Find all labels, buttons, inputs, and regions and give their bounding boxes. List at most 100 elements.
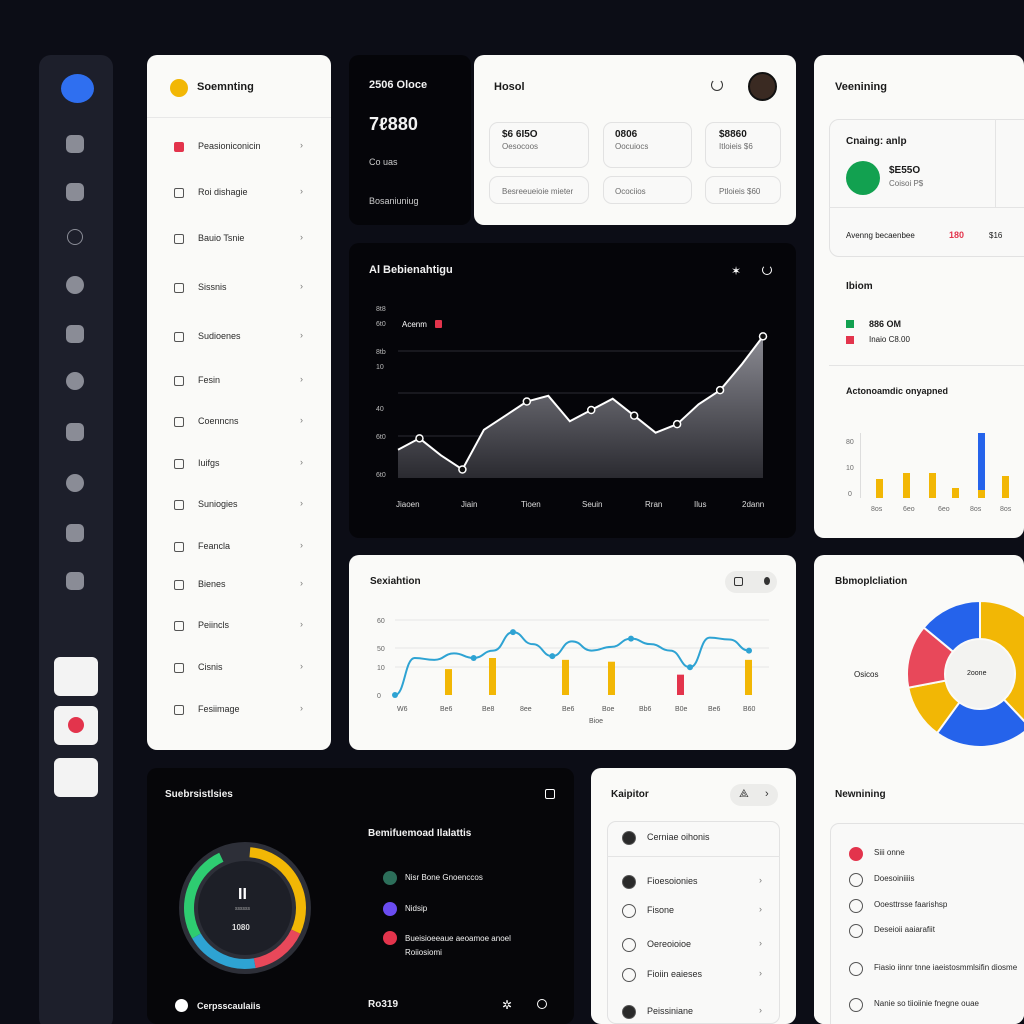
bookmark-icon[interactable] <box>66 183 84 201</box>
bar[interactable] <box>929 473 936 498</box>
menu-item[interactable]: Roi dishagie › <box>147 183 331 203</box>
menu-item[interactable]: Fesin › <box>147 371 331 391</box>
calendar-icon[interactable] <box>66 325 84 343</box>
data-point[interactable] <box>629 411 639 420</box>
menu-item[interactable]: Coenncns › <box>147 412 331 432</box>
list-item[interactable]: Fioiin eaieses › <box>622 965 772 987</box>
menu-item[interactable]: Iuifgs › <box>147 454 331 474</box>
list-item[interactable]: Fisone › <box>622 901 772 923</box>
menu-item[interactable]: Bienes › <box>147 575 331 595</box>
notification-item[interactable]: Nanie so tiioiinie fnegne ouae <box>849 995 1019 1017</box>
notification-item[interactable]: Doesoiniiiis <box>849 870 1019 892</box>
bar[interactable] <box>608 661 615 695</box>
data-point[interactable] <box>687 664 693 671</box>
menu-card: Soemnting Peasioniconicin › Roi dishagie › B… <box>147 55 331 750</box>
bar[interactable] <box>745 659 752 695</box>
y-tick-label: 60 <box>377 618 385 625</box>
expand-button[interactable] <box>54 657 98 696</box>
subscription-item[interactable]: Nidsip <box>405 904 427 913</box>
folder-icon <box>174 500 184 510</box>
chevron-right-icon: › <box>759 968 762 978</box>
subscription-item[interactable]: Nisr Bone Gnoenccos <box>405 873 483 882</box>
bar[interactable] <box>1002 476 1009 498</box>
bar[interactable] <box>903 473 910 498</box>
data-point[interactable] <box>549 653 556 660</box>
menu-item[interactable]: Sudioenes › <box>147 327 331 347</box>
pin-icon[interactable] <box>66 276 84 294</box>
data-point[interactable] <box>522 397 532 406</box>
data-point[interactable] <box>628 635 634 642</box>
notification-item[interactable]: Fiasio iinnr tnne iaeistosmmlsifin diosm… <box>849 959 1019 981</box>
bar[interactable] <box>562 659 569 695</box>
record-icon <box>68 717 84 733</box>
bar[interactable] <box>489 658 496 695</box>
data-point[interactable] <box>586 405 596 415</box>
metric-value-2: 0806 <box>615 129 638 140</box>
clock-icon <box>174 417 184 427</box>
bar[interactable] <box>952 488 959 498</box>
search-icon[interactable] <box>537 999 547 1009</box>
data-point[interactable] <box>415 434 424 443</box>
x-tick-label: B60 <box>743 706 756 713</box>
notification-item[interactable]: Ooesttrsse faarishsp <box>849 896 1019 918</box>
compass-icon[interactable] <box>66 372 84 390</box>
settings-icon[interactable]: ✲ <box>502 998 512 1012</box>
summary-divider <box>995 119 996 207</box>
menu-item[interactable]: Feancla › <box>147 537 331 557</box>
menu-item[interactable]: Suniogies › <box>147 495 331 515</box>
stat-sub: Co uas <box>369 157 398 167</box>
list-item[interactable]: Fioesoionies › <box>622 872 772 894</box>
notification-item[interactable]: Deseioii aaiarafiit <box>849 921 1019 943</box>
menu-item-label: Cisnis <box>198 662 223 672</box>
data-point[interactable] <box>510 629 516 636</box>
apps-icon[interactable] <box>66 423 84 441</box>
filter-icon[interactable]: ⟁ <box>739 788 749 801</box>
bar[interactable] <box>978 433 985 490</box>
tag-icon[interactable] <box>66 524 84 542</box>
data-point[interactable] <box>392 692 398 698</box>
bar[interactable] <box>876 479 883 498</box>
chevron-right-icon[interactable]: › <box>765 788 769 800</box>
subscription-item[interactable]: Bueisioeeaue aeoamoe anoel <box>405 934 511 943</box>
list-item[interactable]: Cerniae oihonis <box>622 828 772 850</box>
notification-item[interactable]: Siii onne <box>849 844 1019 866</box>
list-item-label: Fisone <box>647 905 675 915</box>
mail-icon[interactable] <box>66 474 84 492</box>
y-axis <box>860 433 861 498</box>
avatar <box>622 831 636 845</box>
data-point[interactable] <box>746 647 752 654</box>
app-logo[interactable] <box>61 74 94 103</box>
chevron-right-icon: › <box>759 904 762 914</box>
bar[interactable] <box>445 669 452 695</box>
user-icon[interactable] <box>66 572 84 590</box>
data-point[interactable] <box>672 419 682 429</box>
area-chart: 8t8 6t0 8tb 10 40 6t0 6t0 Acenm Jiaoen Jiain Tioen… <box>376 306 768 509</box>
record-button[interactable] <box>54 706 98 745</box>
calendar-button[interactable] <box>54 758 98 797</box>
bar[interactable] <box>677 674 684 695</box>
subscriptions-footer-left: Cerpsscaulaiis <box>197 1001 261 1011</box>
data-point[interactable] <box>758 332 768 341</box>
chat-icon[interactable] <box>545 789 555 799</box>
list-item[interactable]: Oereoioioe › <box>622 935 772 957</box>
section-title: Ibiom <box>846 281 873 292</box>
menu-item[interactable]: Sissnis › <box>147 278 331 298</box>
refresh-icon[interactable] <box>711 79 723 91</box>
menu-item[interactable]: Bauio Tsnie › <box>147 229 331 249</box>
data-point[interactable] <box>458 465 467 474</box>
data-point[interactable] <box>470 655 477 661</box>
avatar[interactable] <box>748 72 777 101</box>
team-icon[interactable] <box>66 135 84 153</box>
data-point[interactable] <box>715 385 725 395</box>
list-item[interactable]: Peissiniane › <box>622 1002 772 1024</box>
menu-item[interactable]: Cisnis › <box>147 658 331 678</box>
menu-item[interactable]: Peasioniconicin › <box>147 137 331 157</box>
chevron-right-icon: › <box>300 661 303 671</box>
menu-item[interactable]: Peiincls › <box>147 616 331 636</box>
list-card: Kaipitor ⟁ › Cerniae oihonis Fioesoionies… <box>591 768 796 1024</box>
header-card: Hosol $6 6I5O Oesocoos 0806 Oocuiocs $88… <box>474 55 796 225</box>
bar[interactable] <box>978 490 985 498</box>
menu-item[interactable]: Fesiimage › <box>147 700 331 720</box>
stat-footer: Bosaniuniug <box>369 196 419 206</box>
circle-icon[interactable] <box>67 229 83 245</box>
